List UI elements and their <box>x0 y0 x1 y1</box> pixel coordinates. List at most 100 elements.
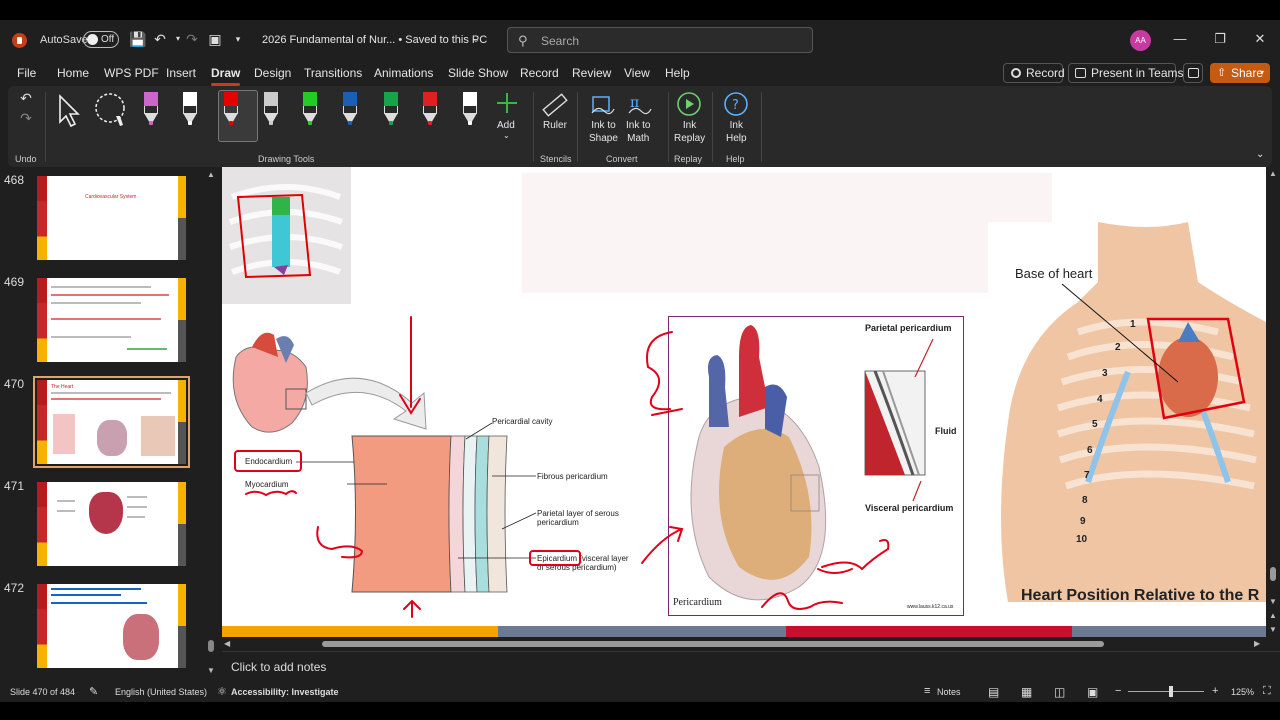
reading-view-icon[interactable]: ◫ <box>1054 685 1065 699</box>
tab-draw[interactable]: Draw <box>211 66 241 86</box>
pencil-gray-icon[interactable] <box>260 92 282 130</box>
document-title[interactable]: 2026 Fundamental of Nur... • Saved to th… <box>262 34 487 46</box>
add-dropdown-icon[interactable]: ⌄ <box>503 129 510 142</box>
thumb-accent-bar <box>37 380 47 464</box>
zoom-level[interactable]: 125% <box>1231 687 1254 697</box>
scroll-right-icon[interactable]: ▶ <box>1254 639 1260 648</box>
tab-view[interactable]: View <box>624 66 650 80</box>
slide-sorter-icon[interactable]: ▦ <box>1021 685 1032 699</box>
pen-blue-icon[interactable] <box>339 92 361 130</box>
slide-horizontal-scrollbar[interactable]: ◀ ▶ <box>222 637 1266 651</box>
highlighter-red-icon[interactable] <box>419 92 441 130</box>
tab-animations[interactable]: Animations <box>374 66 433 80</box>
ink-help-label[interactable]: Ink Help <box>726 119 747 145</box>
pen-red-icon[interactable] <box>220 92 242 130</box>
slide-thumbnail-472[interactable] <box>37 584 186 668</box>
previous-slide-icon[interactable]: ▲ <box>1269 611 1277 620</box>
thumbnail-scrollbar[interactable]: ▲ ▼ <box>207 170 216 675</box>
language-status[interactable]: English (United States) <box>115 687 207 697</box>
tab-help[interactable]: Help <box>665 66 690 80</box>
share-dropdown-icon[interactable]: ▾ <box>1260 63 1264 83</box>
tab-transitions[interactable]: Transitions <box>304 66 362 80</box>
autosave-toggle[interactable]: Off <box>83 31 119 48</box>
save-icon[interactable]: 💾 <box>129 31 146 47</box>
ink-to-math-label[interactable]: Ink to Math <box>626 119 650 145</box>
avatar[interactable]: AA <box>1130 30 1151 51</box>
restore-icon[interactable]: ❐ <box>1212 31 1228 47</box>
thumb-text-line <box>51 594 121 596</box>
zoom-slider-track[interactable] <box>1128 691 1204 692</box>
accessibility-icon[interactable]: ⚛ <box>217 685 227 698</box>
accessibility-status[interactable]: Accessibility: Investigate <box>231 687 339 697</box>
status-bar: Slide 470 of 484 ✎ English (United State… <box>0 682 1280 702</box>
ruler-icon[interactable] <box>541 91 569 119</box>
tab-file[interactable]: File <box>17 66 36 80</box>
tab-wps-pdf[interactable]: WPS PDF <box>104 66 159 80</box>
ruler-label[interactable]: Ruler <box>543 119 567 132</box>
tab-record[interactable]: Record <box>520 66 559 80</box>
lasso-select-icon[interactable] <box>94 92 130 128</box>
pen-green-icon[interactable] <box>380 92 402 130</box>
title-chevron-down-icon[interactable]: ⌄ <box>468 31 484 47</box>
notes-pane[interactable]: Click to add notes <box>222 651 1280 681</box>
pencil-black-icon[interactable] <box>179 92 201 130</box>
slide-thumbnail-468[interactable]: Cardiovascular System <box>37 176 186 260</box>
ink-to-math-icon[interactable]: π <box>627 91 653 117</box>
close-icon[interactable]: ✕ <box>1252 31 1268 47</box>
scroll-thumb[interactable] <box>322 641 1104 647</box>
tab-slide-show[interactable]: Slide Show <box>448 66 508 80</box>
notes-toggle[interactable]: Notes <box>937 687 961 697</box>
ink-to-shape-label[interactable]: Ink to Shape <box>589 119 618 145</box>
ribbon-undo-icon[interactable]: ↶ <box>18 90 34 106</box>
highlighter-pen-icon[interactable] <box>140 92 162 130</box>
slide-thumbnail-471[interactable] <box>37 482 186 566</box>
slide-thumbnail-470[interactable]: The Heart <box>33 376 190 468</box>
share-button[interactable]: ⇧ Share ▾ <box>1210 63 1270 83</box>
scroll-up-icon[interactable]: ▲ <box>1269 169 1277 178</box>
zoom-out-icon[interactable]: − <box>1115 685 1121 697</box>
notes-icon[interactable]: ≡ <box>924 685 930 697</box>
scroll-up-icon[interactable]: ▲ <box>207 170 215 179</box>
scroll-thumb[interactable] <box>208 640 214 652</box>
collapse-ribbon-icon[interactable]: ⌄ <box>1256 148 1264 161</box>
pen-ink <box>308 121 312 125</box>
ink-replay-icon[interactable] <box>676 91 702 117</box>
zoom-slider-knob[interactable] <box>1169 686 1173 697</box>
tab-review[interactable]: Review <box>572 66 611 80</box>
slide-canvas[interactable]: Pericardial cavity Endocardium Myocardiu… <box>222 167 1266 637</box>
present-in-teams-button[interactable]: Present in Teams <box>1068 63 1184 83</box>
undo-icon[interactable]: ↶ <box>152 31 168 47</box>
customize-toolbar-icon[interactable]: ▾ <box>230 31 246 47</box>
ink-replay-label[interactable]: Ink Replay <box>674 119 705 145</box>
stripe-segment <box>1072 626 1266 637</box>
scroll-thumb[interactable] <box>1270 567 1276 581</box>
search-box[interactable]: ⚲ Search <box>507 27 813 53</box>
slide-thumbnail-469[interactable] <box>37 278 186 362</box>
redo-icon[interactable]: ↷ <box>184 31 200 47</box>
record-button[interactable]: Record <box>1003 63 1065 83</box>
fit-to-window-icon[interactable]: ⛶ <box>1263 685 1271 698</box>
scroll-left-icon[interactable]: ◀ <box>224 639 230 648</box>
tab-home[interactable]: Home <box>57 66 89 80</box>
tab-insert[interactable]: Insert <box>166 66 196 80</box>
comments-button[interactable] <box>1183 63 1203 83</box>
highlighter-green-icon[interactable] <box>299 92 321 130</box>
ribbon-redo-icon[interactable]: ↷ <box>18 110 34 126</box>
ink-help-icon[interactable]: ? <box>723 91 749 117</box>
pen-black-icon[interactable] <box>459 92 481 130</box>
next-slide-icon[interactable]: ▼ <box>1269 625 1277 634</box>
select-arrow-icon[interactable] <box>56 94 82 128</box>
add-pen-icon[interactable] <box>496 92 518 114</box>
minimize-icon[interactable]: — <box>1172 31 1188 47</box>
scroll-down-icon[interactable]: ▼ <box>207 666 215 675</box>
slide-vertical-scrollbar[interactable]: ▲ ▼ ▲ ▼ <box>1266 167 1280 651</box>
slide-show-icon[interactable]: ▣ <box>1087 685 1098 699</box>
present-from-start-icon[interactable]: ▣ <box>207 31 223 47</box>
ink-to-shape-icon[interactable] <box>590 91 616 117</box>
zoom-in-icon[interactable]: + <box>1212 685 1218 697</box>
tab-design[interactable]: Design <box>254 66 291 80</box>
scroll-down-icon[interactable]: ▼ <box>1269 597 1277 606</box>
spelling-check-icon[interactable]: ✎ <box>89 685 98 698</box>
normal-view-icon[interactable]: ▤ <box>988 685 999 699</box>
thumb-image <box>97 420 127 456</box>
